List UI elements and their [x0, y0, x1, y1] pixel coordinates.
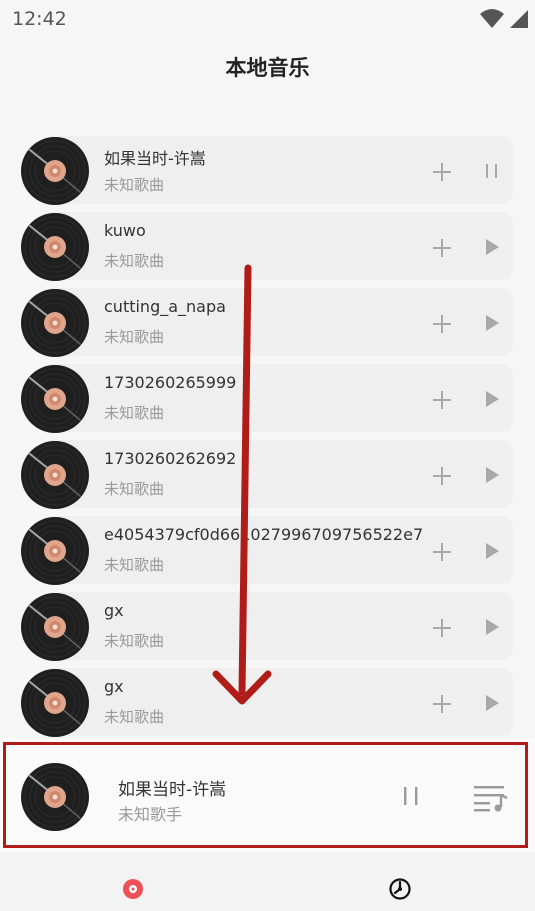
song-artist: 未知歌曲: [104, 632, 165, 650]
playlist-icon[interactable]: [472, 783, 510, 813]
pause-icon[interactable]: [400, 784, 422, 808]
song-artist: 未知歌曲: [104, 556, 165, 574]
vinyl-disc-icon: [20, 762, 90, 832]
song-artist: 未知歌曲: [104, 328, 165, 346]
now-playing-title: 如果当时-许嵩: [118, 780, 227, 800]
add-icon[interactable]: [430, 692, 454, 716]
song-title: 如果当时-许嵩: [104, 149, 206, 168]
play-icon[interactable]: [481, 464, 503, 486]
vinyl-disc-icon: [20, 440, 90, 510]
now-playing-artist: 未知歌手: [118, 805, 183, 824]
vinyl-disc-icon: [20, 668, 90, 738]
add-icon[interactable]: [430, 616, 454, 640]
play-icon[interactable]: [481, 312, 503, 334]
vinyl-disc-icon: [20, 364, 90, 434]
page-title: 本地音乐: [225, 56, 310, 80]
pause-icon[interactable]: [481, 160, 503, 182]
song-artist: 未知歌曲: [104, 480, 165, 498]
add-icon[interactable]: [430, 312, 454, 336]
vinyl-disc-icon: [20, 288, 90, 358]
add-icon[interactable]: [430, 464, 454, 488]
play-icon[interactable]: [481, 388, 503, 410]
add-icon[interactable]: [430, 236, 454, 260]
add-icon[interactable]: [430, 160, 454, 184]
signal-icon: [510, 10, 528, 28]
bottom-nav: [0, 852, 535, 911]
player-clock-icon[interactable]: [388, 877, 412, 901]
song-artist: 未知歌曲: [104, 404, 165, 422]
add-icon[interactable]: [430, 388, 454, 412]
play-icon[interactable]: [481, 236, 503, 258]
annotation-down-arrow: [212, 264, 272, 705]
vinyl-disc-icon: [20, 212, 90, 282]
add-icon[interactable]: [430, 540, 454, 564]
wifi-icon: [480, 9, 504, 28]
status-bar: 12:42: [0, 0, 535, 38]
status-time: 12:42: [12, 8, 67, 30]
song-artist: 未知歌曲: [104, 176, 165, 194]
vinyl-disc-icon: [20, 136, 90, 206]
vinyl-disc-icon: [20, 516, 90, 586]
play-icon[interactable]: [481, 540, 503, 562]
play-icon[interactable]: [481, 616, 503, 638]
play-icon[interactable]: [481, 692, 503, 714]
song-title: kuwo: [104, 221, 146, 240]
vinyl-disc-icon: [20, 592, 90, 662]
song-artist: 未知歌曲: [104, 708, 165, 726]
song-artist: 未知歌曲: [104, 252, 165, 270]
music-disc-icon[interactable]: [122, 878, 144, 900]
now-playing-bar[interactable]: 如果当时-许嵩 未知歌手: [0, 738, 535, 852]
song-item[interactable]: 如果当时-许嵩 未知歌曲: [20, 136, 513, 206]
